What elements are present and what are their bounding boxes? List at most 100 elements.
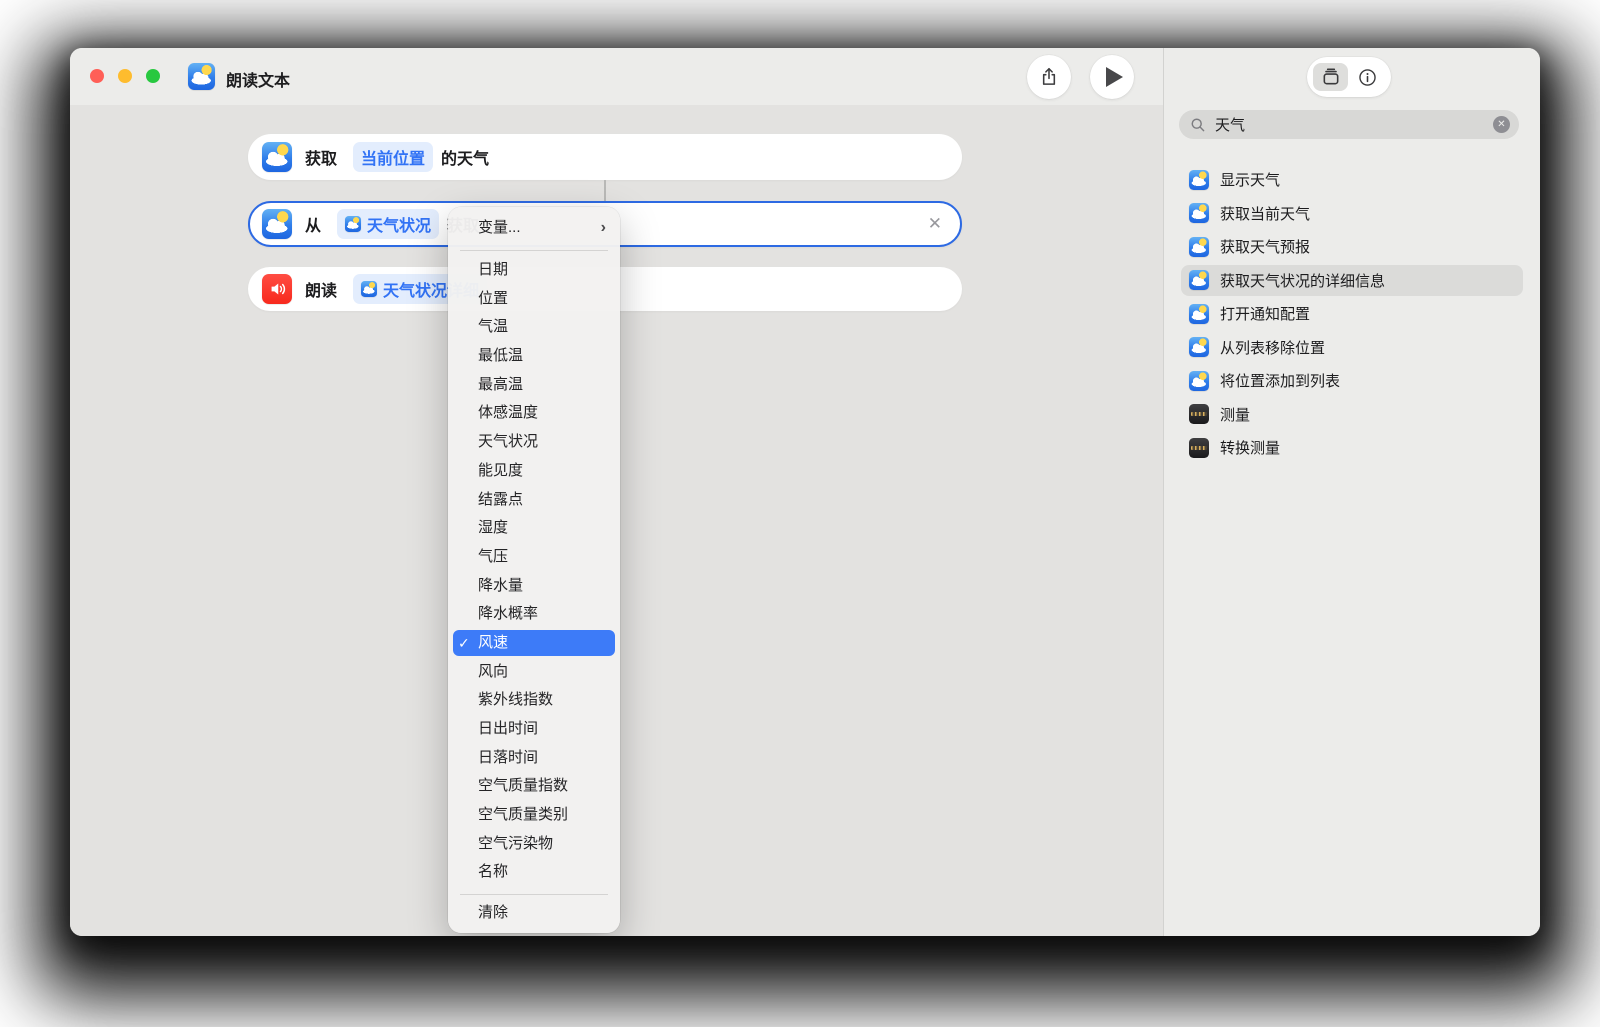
menu-item[interactable]: 紫外线指数 <box>448 686 620 715</box>
action-result-row[interactable]: 从列表移除位置 <box>1181 332 1523 363</box>
menu-divider <box>460 894 608 895</box>
action-result-label: 测量 <box>1220 404 1250 425</box>
menu-item-label: 日出时间 <box>478 720 538 737</box>
menu-item[interactable]: 日落时间 <box>448 744 620 773</box>
menu-item-label: 最高温 <box>478 376 523 393</box>
menu-item-label: 气压 <box>478 548 508 565</box>
menu-item-clear[interactable]: 清除 <box>448 898 620 928</box>
variables-label: 变量... <box>478 219 521 236</box>
action-suffix: 的天气 <box>441 145 489 169</box>
menu-item-label: 风向 <box>478 663 508 680</box>
screenshot-stage: 朗读文本 获取 当前位置 的天气 从 <box>0 0 1600 1027</box>
action-library-icon <box>1321 67 1341 87</box>
action-app-icon <box>1189 438 1209 458</box>
menu-item[interactable]: 风速 <box>448 629 620 658</box>
action-result-row[interactable]: 将位置添加到列表 <box>1181 365 1523 396</box>
tab-action-library[interactable] <box>1313 63 1348 91</box>
token-weather-conditions[interactable]: 天气状况 <box>337 209 439 239</box>
menu-item[interactable]: 空气质量指数 <box>448 772 620 801</box>
menu-item-label: 降水概率 <box>478 605 538 622</box>
weather-action-icon <box>262 209 292 239</box>
action-app-icon <box>1189 337 1209 357</box>
menu-item[interactable]: 最高温 <box>448 371 620 400</box>
menu-item-label: 空气质量类别 <box>478 806 568 823</box>
action-app-icon <box>1189 371 1209 391</box>
remove-action-icon[interactable] <box>928 214 942 234</box>
menu-item[interactable]: 天气状况 <box>448 428 620 457</box>
action-result-row[interactable]: 测量 <box>1181 399 1523 430</box>
menu-item[interactable]: 空气污染物 <box>448 830 620 859</box>
menu-item[interactable]: 体感温度 <box>448 399 620 428</box>
action-result-row[interactable]: 显示天气 <box>1181 164 1523 195</box>
menu-item-label: 气温 <box>478 318 508 335</box>
action-app-icon <box>1189 304 1209 324</box>
action-result-label: 获取天气状况的详细信息 <box>1220 270 1385 291</box>
menu-item-label: 日期 <box>478 261 508 278</box>
menu-item-variables[interactable]: 变量... <box>448 213 620 243</box>
menu-item[interactable]: 空气质量类别 <box>448 801 620 830</box>
menu-item-label: 日落时间 <box>478 749 538 766</box>
action-get-weather[interactable]: 获取 当前位置 的天气 <box>248 134 962 180</box>
action-library-sidebar: 显示天气 获取当前天气 获取天气预报 获取天气状况的详细信息 打开通知配置 <box>1163 48 1540 936</box>
menu-item-label: 体感温度 <box>478 404 538 421</box>
play-icon <box>1106 67 1123 87</box>
window-zoom-button[interactable] <box>146 69 160 83</box>
search-results-list: 显示天气 获取当前天气 获取天气预报 获取天气状况的详细信息 打开通知配置 <box>1181 164 1523 466</box>
menu-item[interactable]: 气温 <box>448 313 620 342</box>
weather-action-icon <box>262 142 292 172</box>
menu-item[interactable]: 最低温 <box>448 342 620 371</box>
menu-item-label: 降水量 <box>478 577 523 594</box>
action-search-field[interactable] <box>1179 110 1519 139</box>
action-result-label: 获取天气预报 <box>1220 236 1310 257</box>
menu-item[interactable]: 风向 <box>448 658 620 687</box>
action-result-row[interactable]: 打开通知配置 <box>1181 298 1523 329</box>
share-button[interactable] <box>1027 55 1071 99</box>
menu-item-label: 结露点 <box>478 491 523 508</box>
window-minimize-button[interactable] <box>118 69 132 83</box>
menu-item-label: 湿度 <box>478 519 508 536</box>
menu-item[interactable]: 气压 <box>448 543 620 572</box>
flow-connector-line <box>604 180 606 201</box>
action-result-label: 转换测量 <box>1220 437 1280 458</box>
search-input[interactable] <box>1213 115 1493 134</box>
menu-item-label: 位置 <box>478 290 508 307</box>
action-result-label: 打开通知配置 <box>1220 303 1310 324</box>
menu-item-label: 名称 <box>478 863 508 880</box>
menu-item[interactable]: 湿度 <box>448 514 620 543</box>
tab-shortcut-info[interactable] <box>1350 63 1385 91</box>
weather-mini-icon <box>345 216 361 232</box>
menu-item-label: 空气质量指数 <box>478 777 568 794</box>
action-app-icon <box>1189 404 1209 424</box>
action-app-icon <box>1189 203 1209 223</box>
menu-item-label: 最低温 <box>478 347 523 364</box>
magnifier-icon <box>1190 117 1206 133</box>
menu-item[interactable]: 降水量 <box>448 572 620 601</box>
action-result-row[interactable]: 获取当前天气 <box>1181 198 1523 229</box>
action-result-label: 获取当前天气 <box>1220 203 1310 224</box>
action-prefix: 从 <box>305 212 321 236</box>
action-result-row[interactable]: 获取天气预报 <box>1181 231 1523 262</box>
token-current-location[interactable]: 当前位置 <box>353 142 433 172</box>
menu-item[interactable]: 名称 <box>448 858 620 887</box>
action-result-label: 将位置添加到列表 <box>1220 370 1340 391</box>
menu-item[interactable]: 能见度 <box>448 457 620 486</box>
menu-item[interactable]: 降水概率 <box>448 600 620 629</box>
menu-item[interactable]: 结露点 <box>448 486 620 515</box>
shortcut-weather-icon <box>188 63 215 90</box>
clear-search-icon[interactable] <box>1493 116 1510 133</box>
menu-item-list: 日期 位置 气温 最低温 最高温 体感温度 天气状况 能见度 <box>448 251 620 887</box>
menu-item[interactable]: 位置 <box>448 285 620 314</box>
share-icon <box>1038 66 1060 88</box>
menu-item[interactable]: 日期 <box>448 256 620 285</box>
chevron-right-icon <box>601 213 606 243</box>
weather-mini-icon <box>361 281 377 297</box>
action-result-row[interactable]: 获取天气状况的详细信息 <box>1181 265 1523 296</box>
speak-action-icon <box>262 274 292 304</box>
menu-item[interactable]: 日出时间 <box>448 715 620 744</box>
window-close-button[interactable] <box>90 69 104 83</box>
run-shortcut-button[interactable] <box>1090 55 1134 99</box>
action-result-row[interactable]: 转换测量 <box>1181 432 1523 463</box>
window-title: 朗读文本 <box>226 67 290 91</box>
menu-item-label: 风速 <box>478 634 508 651</box>
titlebar: 朗读文本 <box>70 48 1163 105</box>
